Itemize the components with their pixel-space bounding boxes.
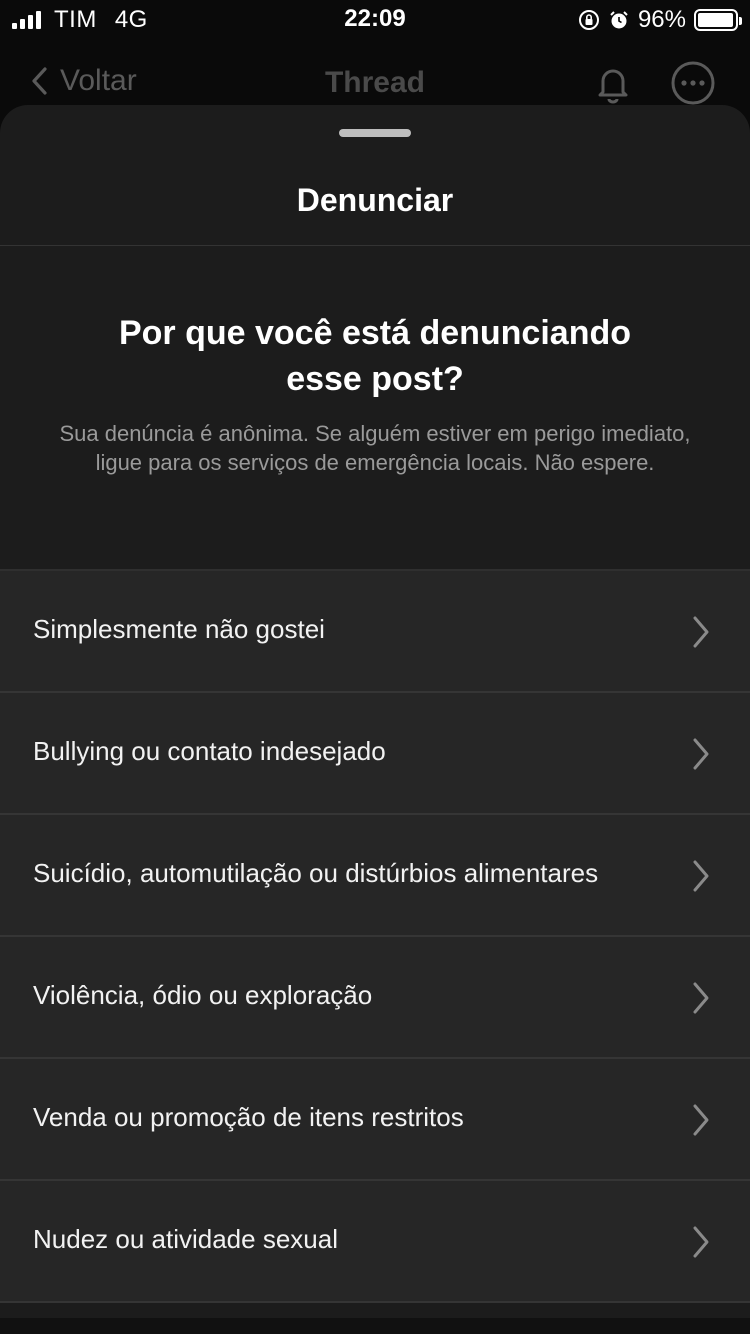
report-question: Por que você está denunciando esse post? <box>118 314 631 398</box>
reason-item[interactable]: Venda ou promoção de itens restritos <box>0 1059 750 1181</box>
status-right: 96% <box>578 6 742 34</box>
report-subtitle: Sua denúncia é anônima. Se alguém estive… <box>59 421 691 475</box>
more-icon[interactable] <box>670 60 716 106</box>
reason-item[interactable]: Nudez ou atividade sexual <box>0 1181 750 1303</box>
reason-list: Simplesmente não gostei Bullying ou cont… <box>0 569 750 1303</box>
screen: TIM 4G 22:09 96% Voltar Thread Denunciar… <box>0 0 750 1334</box>
sheet-grabber[interactable] <box>339 129 411 137</box>
reason-label: Bullying ou contato indesejado <box>33 736 386 766</box>
reason-label: Nudez ou atividade sexual <box>33 1224 338 1254</box>
chevron-right-icon <box>693 1104 709 1136</box>
orientation-lock-icon <box>578 10 599 30</box>
reason-label: Suicídio, automutilação ou distúrbios al… <box>33 858 599 888</box>
nav-title: Thread <box>324 66 426 99</box>
chevron-right-icon <box>693 616 709 648</box>
status-bar: TIM 4G 22:09 96% <box>0 0 750 40</box>
battery-percent: 96% <box>637 6 686 33</box>
chevron-right-icon <box>693 860 709 892</box>
sheet-title: Denunciar <box>296 182 454 218</box>
battery-fill <box>698 13 733 27</box>
report-sheet: Denunciar Por que você está denunciando … <box>0 105 750 1334</box>
divider <box>0 245 750 246</box>
reason-item[interactable]: Simplesmente não gostei <box>0 571 750 693</box>
alarm-icon <box>610 11 628 29</box>
bottom-edge <box>0 1318 750 1334</box>
reason-label: Violência, ódio ou exploração <box>33 980 373 1010</box>
reason-item[interactable]: Violência, ódio ou exploração <box>0 937 750 1059</box>
battery-icon <box>694 9 742 31</box>
reason-label: Simplesmente não gostei <box>33 614 325 644</box>
reason-label: Venda ou promoção de itens restritos <box>33 1102 464 1132</box>
chevron-right-icon <box>693 982 709 1014</box>
chevron-right-icon <box>693 738 709 770</box>
bell-icon[interactable] <box>590 60 636 106</box>
reason-item[interactable]: Bullying ou contato indesejado <box>0 693 750 815</box>
reason-item[interactable]: Suicídio, automutilação ou distúrbios al… <box>0 815 750 937</box>
chevron-right-icon <box>693 1226 709 1258</box>
